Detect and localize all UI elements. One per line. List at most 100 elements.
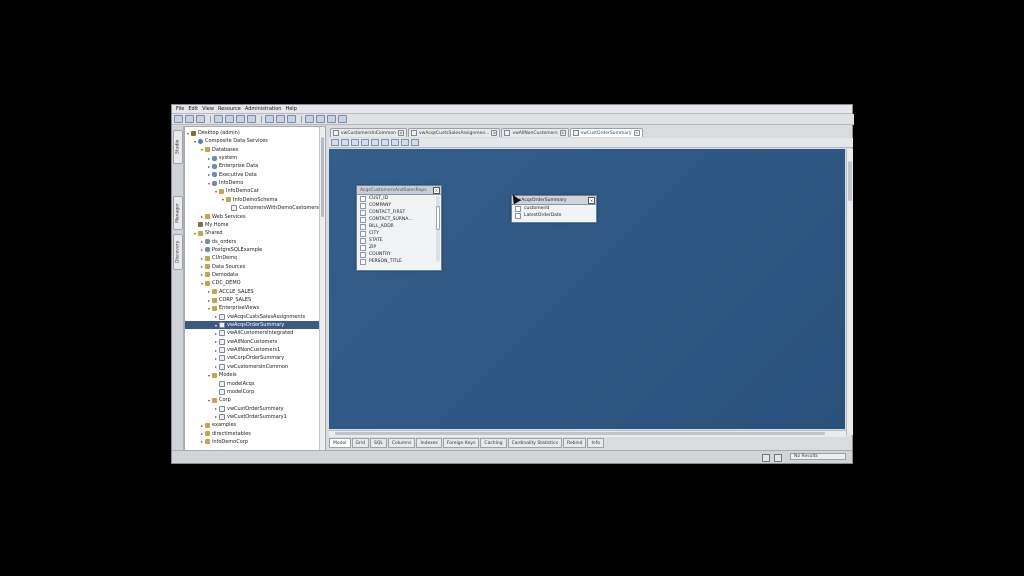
tree-node[interactable]: ▸ vwAllCustomersIntegrated: [185, 329, 319, 337]
bottom-tab[interactable]: Caching: [480, 438, 507, 448]
tree-node[interactable]: ▾ vwAcqsOrderSummary: [185, 321, 319, 330]
tree-node[interactable]: ▸ CUnDemo: [185, 254, 319, 262]
bottom-tab[interactable]: Columns: [387, 438, 416, 448]
redo-icon[interactable]: [411, 139, 419, 146]
collapsed-icon[interactable]: ▸: [207, 289, 211, 294]
menu-administration[interactable]: Administration: [245, 106, 282, 112]
editor-tab[interactable]: vwCustomersInCommon ×: [330, 128, 407, 137]
bottom-tab[interactable]: Rebind: [562, 438, 587, 448]
collapsed-icon[interactable]: ▸: [207, 298, 211, 303]
entity-column[interactable]: customerId: [512, 205, 596, 212]
collapsed-icon[interactable]: ▸: [214, 406, 218, 411]
collapsed-icon[interactable]: ▸: [214, 339, 218, 344]
tree-node[interactable]: ▸ Demodata: [185, 271, 319, 279]
entity-column[interactable]: BILL_ADDR: [357, 223, 441, 230]
tree-node[interactable]: ▸ vwCustomersInCommon: [185, 363, 319, 371]
tree-node[interactable]: ▸ Data Sources: [185, 263, 319, 271]
collapsed-icon[interactable]: ▸: [200, 256, 204, 261]
zoom-out-icon[interactable]: [381, 139, 389, 146]
tree-node[interactable]: modelAcqs: [185, 380, 319, 388]
close-icon[interactable]: ×: [491, 130, 498, 136]
column-checkbox[interactable]: [515, 205, 521, 212]
expanded-icon[interactable]: ▾: [214, 189, 218, 194]
collapsed-icon[interactable]: ▸: [200, 423, 204, 428]
close-icon[interactable]: ×: [398, 130, 404, 136]
collapsed-icon[interactable]: ▸: [200, 214, 204, 219]
entity-column[interactable]: PERSON_TITLE: [357, 258, 441, 265]
tree-node[interactable]: ▾ Shared: [185, 229, 319, 237]
expanded-icon[interactable]: ▾: [207, 306, 211, 311]
entity-scroll-thumb[interactable]: [436, 206, 440, 230]
expanded-icon[interactable]: ▾: [207, 373, 211, 378]
column-checkbox[interactable]: [360, 237, 366, 244]
column-checkbox[interactable]: [360, 258, 366, 265]
column-checkbox[interactable]: [360, 244, 366, 251]
collapsed-icon[interactable]: ▸: [200, 439, 204, 444]
entity-column[interactable]: CONTACT_FIRST: [357, 209, 441, 216]
tree-node[interactable]: ▸ ACCLE_SALES: [185, 288, 319, 296]
tree-node[interactable]: ▸ Enterprise Data: [185, 162, 319, 170]
column-checkbox[interactable]: [360, 216, 366, 223]
entity-column[interactable]: CUST_ID: [357, 195, 441, 202]
entity-column[interactable]: COUNTRY: [357, 251, 441, 258]
menu-file[interactable]: File: [176, 106, 184, 112]
expanded-icon[interactable]: ▾: [193, 139, 197, 144]
close-icon[interactable]: ×: [588, 197, 595, 204]
bottom-tab[interactable]: Foreign Keys: [442, 438, 480, 448]
tree-node[interactable]: ▸ infoDemoCorp: [185, 438, 319, 446]
tree-node[interactable]: My Home: [185, 221, 319, 229]
save-icon[interactable]: [185, 115, 194, 123]
undo-icon[interactable]: [401, 139, 409, 146]
entity-column[interactable]: LatestOrderDate: [512, 212, 596, 219]
tree-scroll-thumb[interactable]: [321, 137, 324, 217]
menu-resource[interactable]: Resource: [218, 106, 241, 112]
entity-acqs-order-summary[interactable]: vwAcqsOrderSummary × customerId LatestOrd…: [511, 195, 597, 223]
expanded-icon[interactable]: ▾: [214, 323, 218, 328]
entity-scrollbar[interactable]: [436, 196, 440, 262]
collapsed-icon[interactable]: ▸: [214, 331, 218, 336]
side-tab-studio[interactable]: Studio: [173, 130, 183, 164]
close-icon[interactable]: ×: [633, 130, 640, 136]
tree-node[interactable]: ▾ InfoDemoSchema: [185, 196, 319, 204]
side-tab-manager[interactable]: Manager: [173, 196, 183, 230]
bottom-tab[interactable]: Cardinality Statistics: [507, 438, 562, 448]
collapsed-icon[interactable]: ▸: [200, 272, 204, 277]
editor-tab[interactable]: vwAllNonCustomers ×: [501, 128, 569, 137]
tree-node[interactable]: ▸ directimetables: [185, 430, 319, 438]
expanded-icon[interactable]: ▾: [200, 147, 204, 152]
help-icon[interactable]: [338, 115, 347, 123]
collapsed-icon[interactable]: ▸: [214, 314, 218, 319]
collapsed-icon[interactable]: ▸: [214, 356, 218, 361]
entity-header[interactable]: vwAcqsOrderSummary ×: [512, 196, 596, 205]
bottom-tab[interactable]: Grid: [351, 438, 369, 448]
entity-acqs-customers[interactable]: AcqsCustomersAndSalesReps × CUST_ID COMPA…: [356, 185, 442, 271]
tree-node[interactable]: ▸ examples: [185, 421, 319, 429]
forward-icon[interactable]: [276, 115, 285, 123]
entity-column[interactable]: CONTACT_SURNA...: [357, 216, 441, 223]
bottom-tab[interactable]: Model: [329, 438, 351, 448]
tree-node[interactable]: ▾ Models: [185, 371, 319, 379]
copy-icon[interactable]: [225, 115, 234, 123]
tree-node[interactable]: ▸ vwCorpOrderSummary: [185, 354, 319, 362]
expanded-icon[interactable]: ▾: [221, 197, 225, 202]
lock-icon[interactable]: [327, 115, 336, 123]
menu-view[interactable]: View: [202, 106, 214, 112]
bottom-tab[interactable]: Info: [587, 438, 604, 448]
entity-column[interactable]: ZIP: [357, 244, 441, 251]
tree-node[interactable]: ▾ Desktop (admin): [185, 129, 319, 137]
entity-column[interactable]: STATE: [357, 237, 441, 244]
tree-node[interactable]: ▸ ds_orders: [185, 238, 319, 246]
paste-icon[interactable]: [236, 115, 245, 123]
tree-node[interactable]: ▸ vwCustOrderSummary: [185, 405, 319, 413]
tree-node[interactable]: ▸ Executive Data: [185, 171, 319, 179]
add-table-icon[interactable]: [331, 139, 339, 146]
tree-node[interactable]: modelCorp: [185, 388, 319, 396]
entity-header[interactable]: AcqsCustomersAndSalesReps ×: [357, 186, 441, 195]
editor-tab[interactable]: vwCustOrderSummary ×: [569, 128, 643, 137]
back-icon[interactable]: [265, 115, 274, 123]
menu-edit[interactable]: Edit: [188, 106, 198, 112]
entity-column[interactable]: COMPANY: [357, 202, 441, 209]
cut-icon[interactable]: [214, 115, 223, 123]
tree-scrollbar[interactable]: [319, 127, 325, 450]
tree-node[interactable]: ▸ vwAllNonCustomers1: [185, 346, 319, 354]
